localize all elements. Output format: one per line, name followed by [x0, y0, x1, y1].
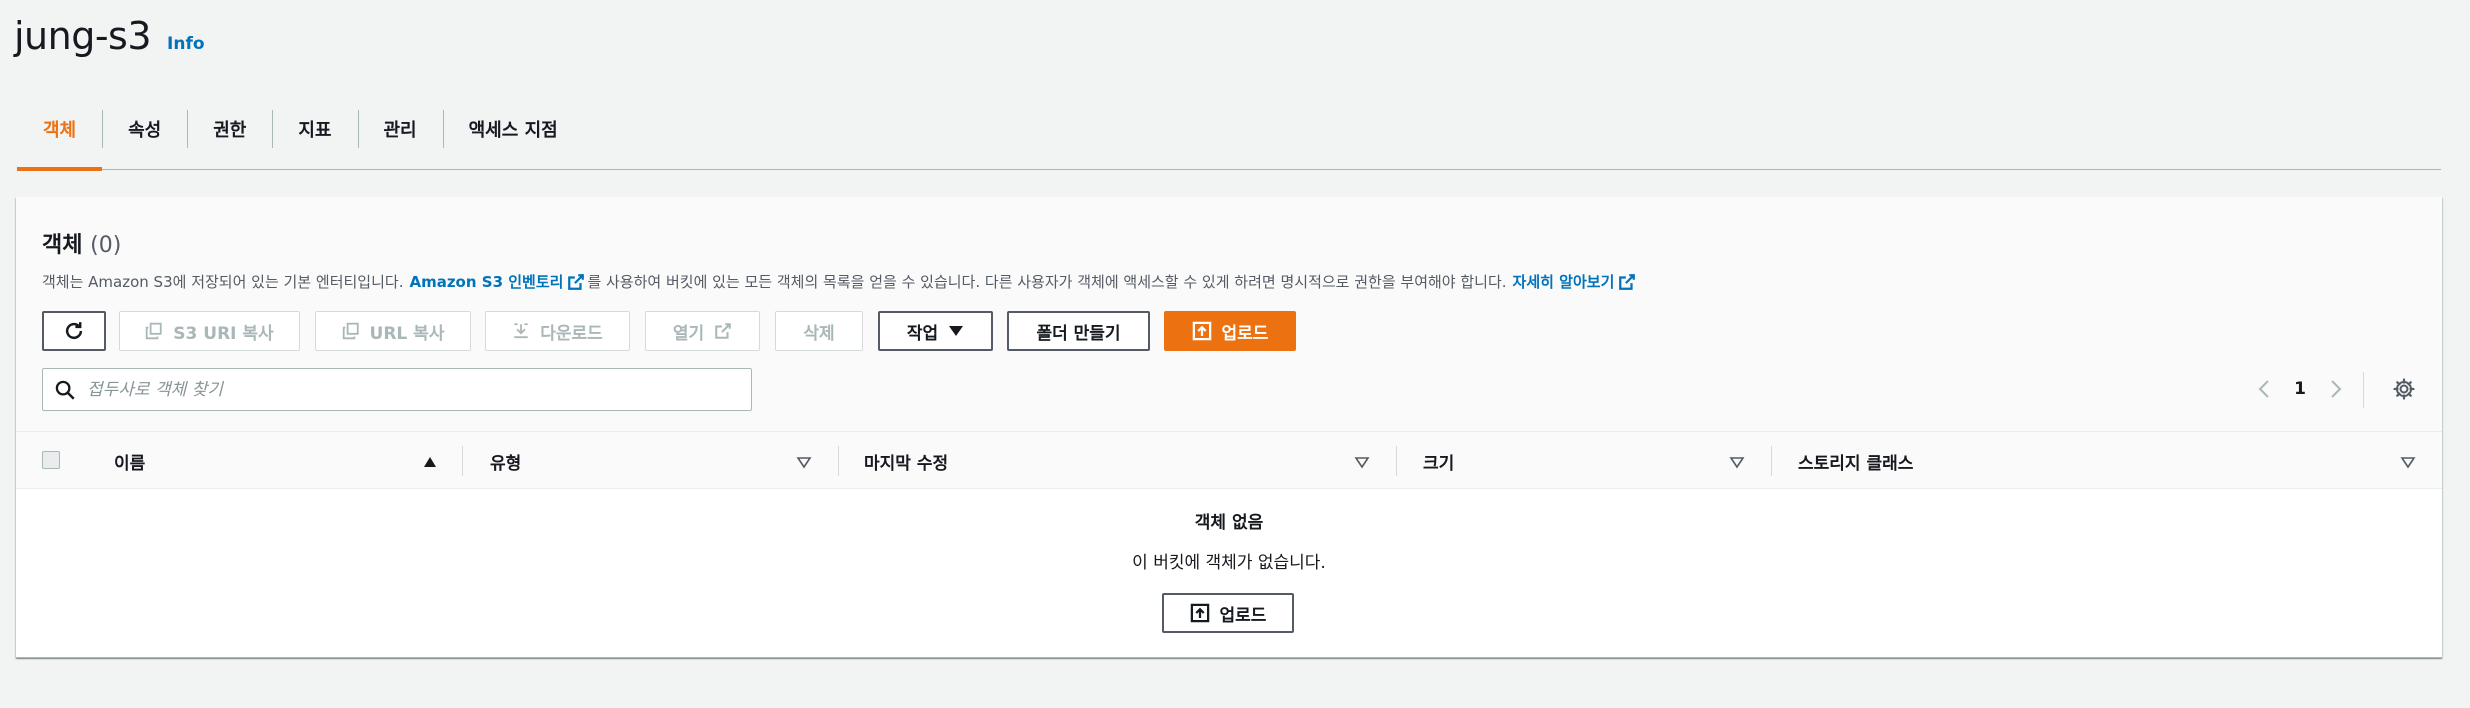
desc-text-1: 객체는 Amazon S3에 저장되어 있는 기본 엔터티입니다. — [42, 273, 404, 291]
search-icon — [55, 380, 75, 400]
column-header-last-modified[interactable]: 마지막 수정 — [864, 432, 948, 490]
external-link-icon[interactable] — [1618, 273, 1636, 291]
empty-state-description: 이 버킷에 객체가 없습니다. — [1132, 553, 1326, 573]
gear-icon — [2393, 378, 2415, 400]
tab-bar: 객체 속성 권한 지표 관리 액세스 지점 — [17, 110, 2441, 171]
search-input[interactable] — [87, 379, 727, 400]
tab-permissions[interactable]: 권한 — [187, 110, 272, 170]
column-header-name[interactable]: 이름 — [114, 432, 145, 490]
sort-icon[interactable] — [1729, 454, 1745, 470]
objects-count: (0) — [90, 233, 122, 258]
refresh-icon — [65, 322, 83, 340]
pagination-divider — [2363, 372, 2364, 408]
caret-down-icon — [949, 326, 964, 336]
previous-page-button[interactable] — [2250, 369, 2278, 409]
desc-text-2: 를 사용하여 버킷에 있는 모든 객체의 목록을 얻을 수 있습니다. 다른 사… — [587, 273, 1507, 291]
empty-state-title: 객체 없음 — [1194, 513, 1264, 533]
inventory-link[interactable]: Amazon S3 인벤토리 — [409, 271, 563, 292]
search-box — [42, 368, 752, 411]
column-header-storage-class[interactable]: 스토리지 클래스 — [1798, 432, 1913, 490]
open-button[interactable]: 열기 — [645, 311, 760, 351]
column-header-size[interactable]: 크기 — [1423, 432, 1454, 490]
copy-url-button[interactable]: URL 복사 — [315, 311, 471, 351]
tab-management[interactable]: 관리 — [357, 110, 443, 170]
delete-button[interactable]: 삭제 — [775, 311, 863, 351]
learn-more-link[interactable]: 자세히 알아보기 — [1513, 271, 1615, 292]
objects-heading: 객체 (0) — [42, 227, 121, 259]
tab-metrics[interactable]: 지표 — [272, 110, 357, 170]
next-page-button[interactable] — [2322, 369, 2350, 409]
create-folder-button[interactable]: 폴더 만들기 — [1007, 311, 1150, 351]
objects-panel: 객체 (0) 객체는 Amazon S3에 저장되어 있는 기본 엔터티입니다.… — [16, 197, 2442, 658]
select-all-checkbox[interactable] — [42, 451, 60, 469]
tab-properties[interactable]: 속성 — [102, 110, 187, 170]
upload-icon — [1190, 603, 1209, 623]
sort-ascending-icon[interactable] — [422, 454, 438, 470]
page-number[interactable]: 1 — [2278, 379, 2322, 399]
pagination: 1 — [2250, 367, 2350, 411]
objects-description: 객체는 Amazon S3에 저장되어 있는 기본 엔터티입니다. Amazon… — [42, 271, 1638, 292]
sort-icon[interactable] — [2400, 454, 2416, 470]
copy-icon — [146, 322, 162, 340]
copy-icon — [342, 322, 359, 340]
sort-icon[interactable] — [796, 454, 812, 470]
info-link[interactable]: Info — [167, 34, 205, 54]
refresh-button[interactable] — [42, 311, 106, 351]
table-header: 이름 유형 마지막 수정 크기 스토리지 클래스 — [16, 431, 2442, 489]
empty-state-upload-button[interactable]: 업로드 — [1162, 593, 1294, 633]
actions-dropdown[interactable]: 작업 — [878, 311, 993, 351]
external-link-icon[interactable] — [567, 273, 585, 291]
upload-button[interactable]: 업로드 — [1164, 311, 1296, 351]
preferences-button[interactable] — [2386, 371, 2422, 407]
copy-s3-uri-button[interactable]: S3 URI 복사 — [119, 311, 300, 351]
chevron-right-icon — [2331, 380, 2342, 398]
objects-heading-label: 객체 — [42, 233, 83, 258]
download-button[interactable]: 다운로드 — [485, 311, 630, 351]
external-link-icon — [715, 323, 731, 339]
panel-header: 객체 (0) 객체는 Amazon S3에 저장되어 있는 기본 엔터티입니다.… — [16, 197, 2442, 431]
tab-access-points[interactable]: 액세스 지점 — [442, 110, 584, 170]
column-header-type[interactable]: 유형 — [490, 432, 521, 490]
download-icon — [514, 323, 528, 339]
sort-icon[interactable] — [1354, 454, 1370, 470]
chevron-left-icon — [2258, 380, 2269, 398]
upload-icon — [1192, 321, 1211, 341]
tab-objects[interactable]: 객체 — [17, 110, 103, 171]
page-header: jung-s3 Info — [14, 14, 205, 58]
page-title: jung-s3 — [14, 14, 152, 58]
